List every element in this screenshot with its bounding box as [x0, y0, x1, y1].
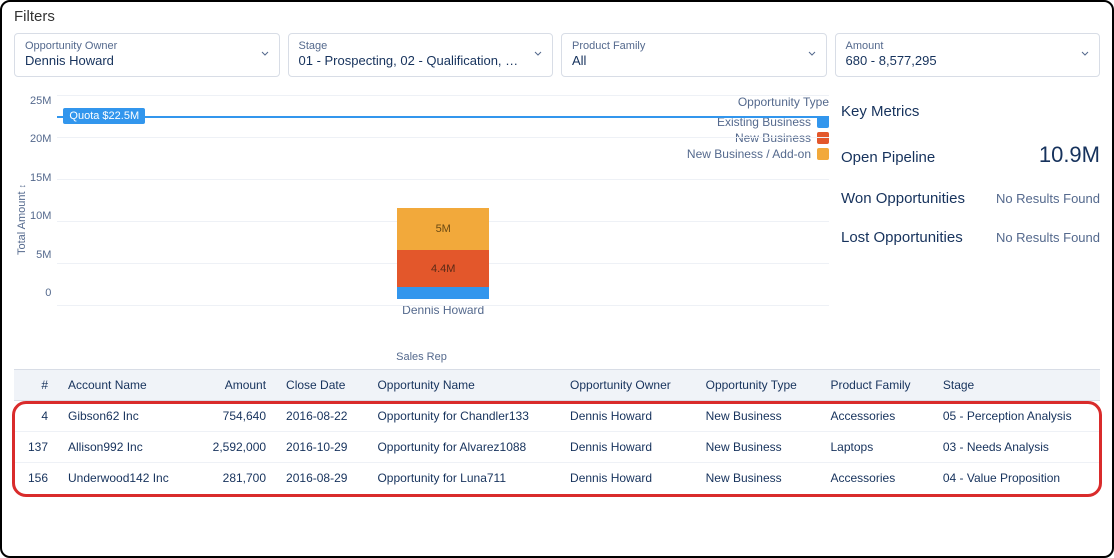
- metric-open-pipeline: Open Pipeline 10.9M: [841, 142, 1100, 168]
- metric-value: No Results Found: [996, 230, 1100, 245]
- table-row[interactable]: 137Allison992 Inc2,592,0002016-10-29Oppo…: [14, 432, 1100, 463]
- cell-family: Accessories: [821, 401, 933, 432]
- filter-stage[interactable]: Stage 01 - Prospecting, 02 - Qualificati…: [288, 33, 554, 77]
- filter-amount[interactable]: Amount 680 - 8,577,295: [835, 33, 1101, 77]
- cell-type: New Business: [696, 432, 821, 463]
- opportunities-table: # Account Name Amount Close Date Opportu…: [14, 369, 1100, 493]
- col-close[interactable]: Close Date: [276, 370, 367, 401]
- filter-family-value: All: [572, 53, 798, 70]
- cell-close: 2016-08-22: [276, 401, 367, 432]
- chevron-down-icon: [532, 48, 544, 63]
- cell-opp: Opportunity for Chandler133: [367, 401, 560, 432]
- col-num[interactable]: #: [14, 370, 58, 401]
- metric-lost: Lost Opportunities No Results Found: [841, 229, 1100, 246]
- cell-family: Laptops: [821, 432, 933, 463]
- cell-owner: Dennis Howard: [560, 432, 696, 463]
- cell-account: Allison992 Inc: [58, 432, 194, 463]
- col-owner[interactable]: Opportunity Owner: [560, 370, 696, 401]
- metric-won: Won Opportunities No Results Found: [841, 190, 1100, 207]
- y-tick: 5M: [36, 249, 51, 261]
- cell-opp: Opportunity for Luna711: [367, 463, 560, 494]
- opportunities-table-wrap: # Account Name Amount Close Date Opportu…: [14, 369, 1100, 493]
- filter-stage-label: Stage: [299, 40, 525, 53]
- cell-close: 2016-10-29: [276, 432, 367, 463]
- cell-num: 156: [14, 463, 58, 494]
- cell-account: Gibson62 Inc: [58, 401, 194, 432]
- table-row[interactable]: 4Gibson62 Inc754,6402016-08-22Opportunit…: [14, 401, 1100, 432]
- metric-label: Lost Opportunities: [841, 229, 963, 246]
- cell-amount: 281,700: [194, 463, 276, 494]
- cell-amount: 754,640: [194, 401, 276, 432]
- filter-amount-label: Amount: [846, 40, 1072, 53]
- chart-panel: Opportunity Type Existing Business New B…: [14, 89, 829, 363]
- x-axis-label: Sales Rep: [14, 351, 829, 363]
- metric-label: Open Pipeline: [841, 149, 935, 166]
- cell-stage: 05 - Perception Analysis: [933, 401, 1100, 432]
- chevron-down-icon: [806, 48, 818, 63]
- filter-owner-label: Opportunity Owner: [25, 40, 251, 53]
- cell-num: 137: [14, 432, 58, 463]
- cell-opp: Opportunity for Alvarez1088: [367, 432, 560, 463]
- filters-title: Filters: [14, 8, 1100, 25]
- y-tick: 0: [45, 287, 51, 299]
- y-axis: 25M 20M 15M 10M 5M 0: [30, 89, 57, 329]
- cell-type: New Business: [696, 463, 821, 494]
- cell-account: Underwood142 Inc: [58, 463, 194, 494]
- table-row[interactable]: 156Underwood142 Inc281,7002016-08-29Oppo…: [14, 463, 1100, 494]
- cell-num: 4: [14, 401, 58, 432]
- cell-stage: 04 - Value Proposition: [933, 463, 1100, 494]
- bar-segment[interactable]: 4.4M: [397, 250, 489, 287]
- metric-value: 10.9M: [1039, 142, 1100, 168]
- metric-value: No Results Found: [996, 191, 1100, 206]
- chevron-down-icon: [1079, 48, 1091, 63]
- y-tick: 15M: [30, 172, 51, 184]
- cell-family: Accessories: [821, 463, 933, 494]
- bar-stack[interactable]: 5M4.4M: [397, 208, 489, 299]
- filter-row: Opportunity Owner Dennis Howard Stage 01…: [14, 33, 1100, 77]
- bar-segment[interactable]: [397, 287, 489, 299]
- table-header-row: # Account Name Amount Close Date Opportu…: [14, 370, 1100, 401]
- filter-product-family[interactable]: Product Family All: [561, 33, 827, 77]
- cell-stage: 03 - Needs Analysis: [933, 432, 1100, 463]
- metric-label: Won Opportunities: [841, 190, 965, 207]
- y-tick: 10M: [30, 210, 51, 222]
- filter-owner[interactable]: Opportunity Owner Dennis Howard: [14, 33, 280, 77]
- metrics-panel: Key Metrics Open Pipeline 10.9M Won Oppo…: [841, 89, 1100, 363]
- chart-plot[interactable]: Dennis Howard Quota $22.5M5M4.4M: [57, 89, 829, 329]
- col-amount[interactable]: Amount: [194, 370, 276, 401]
- col-opp[interactable]: Opportunity Name: [367, 370, 560, 401]
- y-axis-label: Total Amount ↕: [14, 89, 30, 349]
- cell-owner: Dennis Howard: [560, 401, 696, 432]
- metrics-title: Key Metrics: [841, 103, 1100, 120]
- y-tick: 20M: [30, 133, 51, 145]
- cell-amount: 2,592,000: [194, 432, 276, 463]
- filter-family-label: Product Family: [572, 40, 798, 53]
- cell-close: 2016-08-29: [276, 463, 367, 494]
- quota-badge: Quota $22.5M: [63, 108, 145, 124]
- filter-amount-value: 680 - 8,577,295: [846, 53, 1072, 70]
- filter-owner-value: Dennis Howard: [25, 53, 251, 70]
- filter-stage-value: 01 - Prospecting, 02 - Qualification, 03…: [299, 53, 525, 70]
- y-tick: 25M: [30, 95, 51, 107]
- col-stage[interactable]: Stage: [933, 370, 1100, 401]
- bar-segment[interactable]: 5M: [397, 208, 489, 250]
- col-family[interactable]: Product Family: [821, 370, 933, 401]
- chevron-down-icon: [259, 48, 271, 63]
- col-type[interactable]: Opportunity Type: [696, 370, 821, 401]
- cell-owner: Dennis Howard: [560, 463, 696, 494]
- cell-type: New Business: [696, 401, 821, 432]
- col-account[interactable]: Account Name: [58, 370, 194, 401]
